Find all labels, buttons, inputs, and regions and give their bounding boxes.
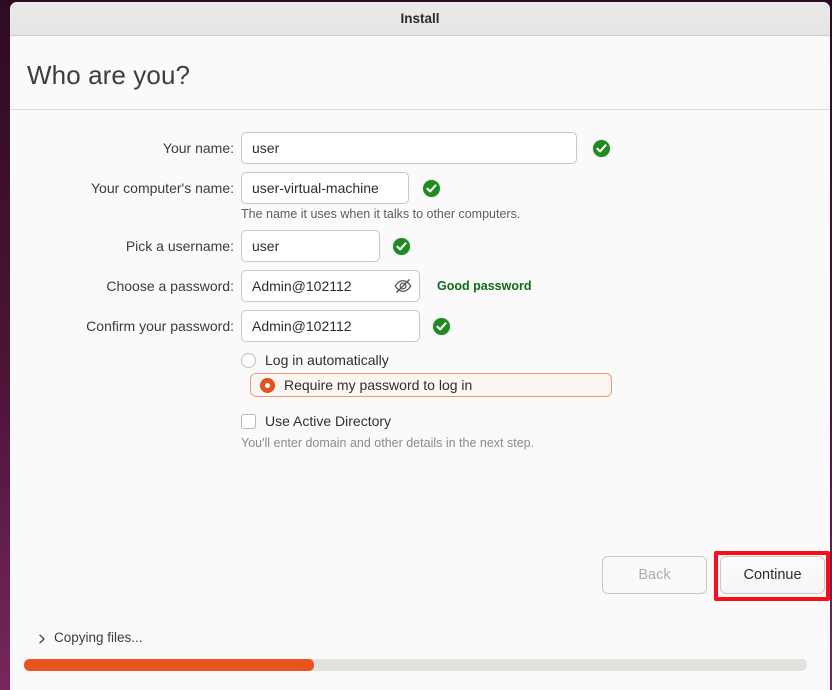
installer-window: Install Who are you? Your name: Your com… [0,0,832,690]
window-inner: Install Who are you? Your name: Your com… [10,2,830,690]
label-password: Choose a password: [106,278,234,294]
label-computer-name: Your computer's name: [90,180,234,196]
confirm-password-input[interactable] [241,310,420,342]
checkbox-use-active-directory[interactable]: Use Active Directory [241,409,441,433]
continue-button[interactable]: Continue [720,556,825,594]
progress-status-text: Copying files... [54,630,143,645]
title-bar[interactable]: Install [10,2,830,36]
radio-require-password[interactable]: Require my password to log in [250,373,612,397]
radio-indicator [241,352,256,368]
back-button[interactable]: Back [602,556,707,594]
progress-status-row[interactable]: Copying files... [36,630,143,645]
field-row-your-name: Your name: [10,132,830,164]
radio-indicator-selected [260,377,275,393]
main-content: Your name: Your computer's name: [10,111,830,690]
radio-log-in-automatically[interactable]: Log in automatically [241,348,441,372]
active-directory-hint: You'll enter domain and other details in… [241,436,535,450]
progress-bar-fill [24,659,314,671]
computer-name-input[interactable] [241,172,409,204]
field-row-username: Pick a username: [10,230,830,262]
check-circle-icon [423,180,440,197]
check-circle-icon [393,238,410,255]
check-circle-icon [433,318,450,335]
page-header: Who are you? [10,36,830,110]
page-title: Who are you? [27,60,191,90]
label-confirm-password: Confirm your password: [86,318,234,334]
username-input[interactable] [241,230,380,262]
computer-name-hint: The name it uses when it talks to other … [241,207,521,221]
window-title: Install [400,11,440,26]
radio-label: Require my password to log in [284,377,473,393]
field-row-password: Choose a password: Good password [10,270,830,302]
checkbox-label: Use Active Directory [265,413,392,429]
password-strength-text: Good password [437,279,532,293]
check-circle-icon [593,140,610,157]
radio-label: Log in automatically [265,352,389,368]
field-row-confirm-password: Confirm your password: [10,310,830,342]
field-row-computer-name: Your computer's name: [10,172,830,204]
checkbox-indicator [241,413,256,429]
label-username: Pick a username: [125,238,234,254]
your-name-input[interactable] [241,132,577,164]
chevron-right-icon[interactable] [36,632,48,644]
progress-bar [24,659,807,671]
eye-slash-icon[interactable] [392,275,414,297]
label-your-name: Your name: [162,140,234,156]
